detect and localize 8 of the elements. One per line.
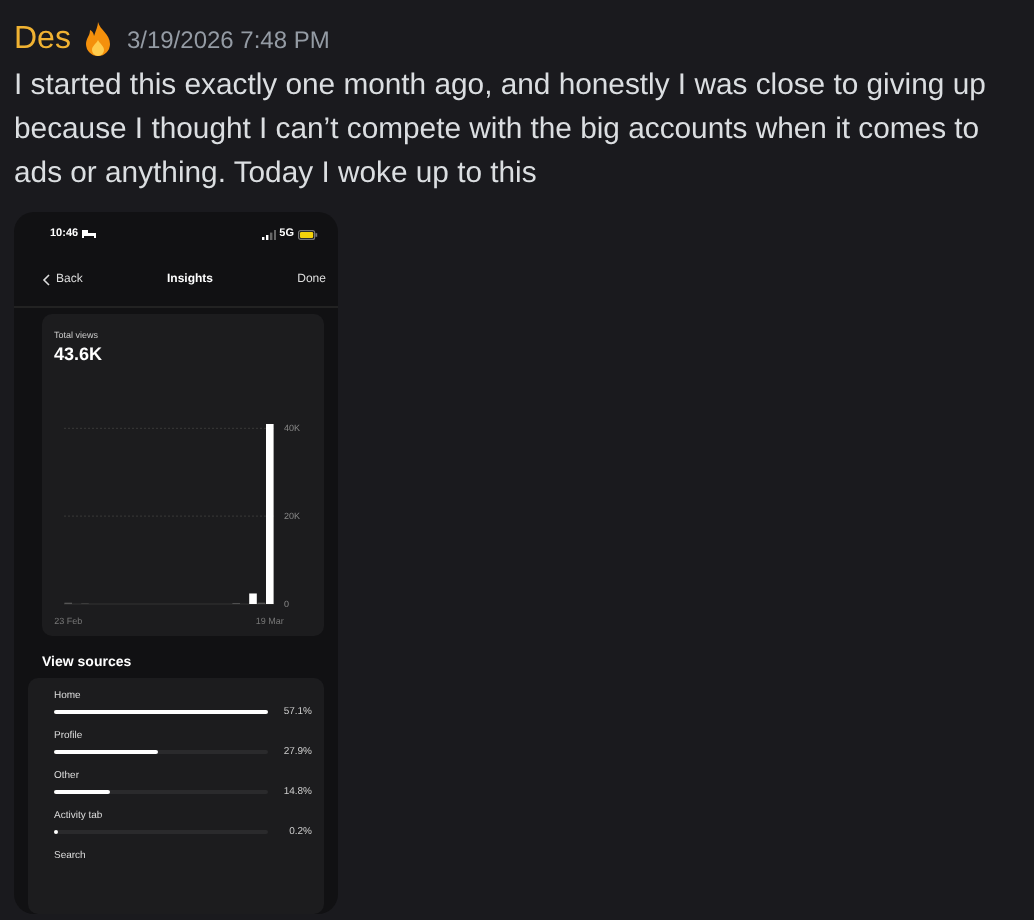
author-name[interactable]: Des (14, 22, 71, 58)
signal-icon (261, 229, 276, 239)
bed-icon (82, 230, 97, 238)
battery-icon (298, 229, 318, 239)
message-text: I started this exactly one month ago, and honestly I was close to giving up because I thought I can’t compete with the big accounts when it comes to ads or anything. Today I woke up to this (14, 68, 988, 194)
views-value: 43.6K (54, 344, 105, 364)
timestamp: 3/19/2026 7:48 PM (126, 26, 330, 54)
chevron-left-icon (42, 274, 50, 286)
